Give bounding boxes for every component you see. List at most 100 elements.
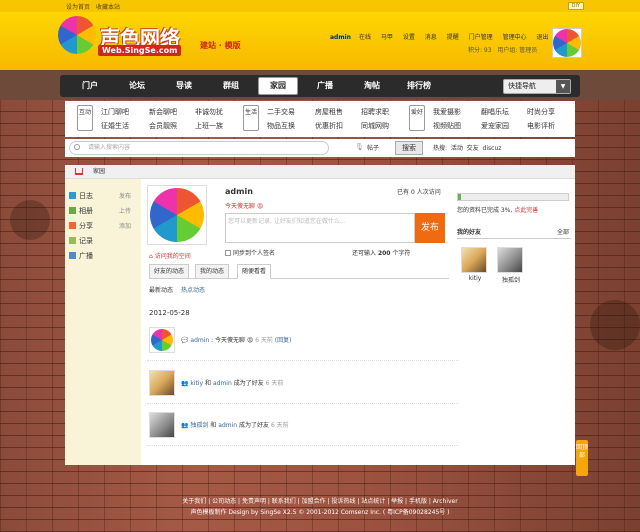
publish-button[interactable]: 发布 (415, 213, 445, 243)
friend-item[interactable]: 独孤剑 (497, 247, 525, 284)
subnav-link[interactable]: 非诚勿扰 (195, 107, 223, 117)
album-icon (69, 207, 76, 214)
subnav-link[interactable]: 物品互换 (267, 121, 295, 131)
visit-count: 已有 0 人次访问 (397, 187, 441, 196)
hot-link[interactable]: discuz (483, 145, 502, 152)
subnav-link[interactable]: 上班一族 (195, 121, 223, 131)
username-link[interactable]: admin (330, 34, 351, 41)
user-link[interactable]: 管理中心 (503, 34, 527, 41)
user-link[interactable]: 提醒 (447, 34, 459, 41)
subnav-link[interactable]: 优惠折扣 (315, 121, 343, 131)
set-home-link[interactable]: 设为首页 (66, 2, 90, 11)
nav-item[interactable]: 淘帖 (352, 75, 392, 97)
visits-prefix: 已有 (397, 189, 410, 196)
friend-name[interactable]: kitiy (469, 275, 482, 282)
user-link[interactable]: 退出 (537, 34, 549, 41)
subnav-link[interactable]: 招聘求职 (361, 107, 389, 117)
favorite-link[interactable]: 收藏本站 (96, 2, 120, 11)
user-link[interactable]: 设置 (403, 34, 415, 41)
nav-item[interactable]: 排行榜 (399, 75, 439, 97)
feed-avatar[interactable] (149, 370, 175, 396)
nav-item-active[interactable]: 家园 (258, 77, 298, 95)
remain-count: 200 (377, 250, 391, 257)
complete-profile-link[interactable]: 点此完善 (514, 207, 538, 214)
credits[interactable]: 积分: 93 (468, 47, 492, 54)
menu-label: 相册 (79, 207, 93, 215)
reply-link[interactable]: (回复) (275, 337, 292, 344)
feed-user[interactable]: admin (218, 422, 237, 429)
user-group[interactable]: 用户组: 管理员 (497, 47, 537, 54)
tab-friends-feed[interactable]: 好友的动态 (149, 264, 190, 279)
friends-all-link[interactable]: 全部 (557, 227, 569, 236)
subnav-link[interactable]: 二手交易 (267, 107, 295, 117)
subnav-tag: 爱好 (409, 105, 425, 131)
microphone-icon[interactable]: 🎙 (355, 143, 364, 151)
friend-name[interactable]: 独孤剑 (502, 277, 520, 284)
feed-user[interactable]: admin (190, 337, 209, 344)
friend-avatar[interactable] (461, 247, 487, 273)
nav-item[interactable]: 广播 (305, 75, 345, 97)
status-textarea[interactable]: 您可以更新记录, 让好友们知道您在做什么... (225, 213, 415, 243)
subnav-link[interactable]: 会员靓照 (149, 121, 177, 131)
emoji-icon: 😡 (256, 203, 264, 210)
subnav-link[interactable]: 翻唱乐坛 (481, 107, 509, 117)
online-status[interactable]: 在线 (359, 34, 371, 41)
user-link[interactable]: 马甲 (381, 34, 393, 41)
home-icon[interactable] (75, 168, 83, 175)
search-button[interactable]: 搜索 (395, 141, 423, 155)
visit-space-link[interactable]: ⌂ 访问我的空间 (149, 251, 191, 260)
menu-item[interactable]: 分享 添加 (69, 221, 131, 231)
subtab-hot[interactable]: 热点动态 (181, 287, 205, 294)
subnav-link[interactable]: 爱宠家园 (481, 121, 509, 131)
friend-item[interactable]: kitiy (461, 247, 489, 282)
menu-label: 广播 (79, 252, 93, 260)
subnav-link[interactable]: 我爱摄影 (433, 107, 461, 117)
menu-action[interactable]: 添加 (119, 221, 131, 230)
hot-link[interactable]: 交友 (467, 145, 479, 152)
friend-avatar[interactable] (497, 247, 523, 273)
subnav-link[interactable]: 视频贴图 (433, 121, 461, 131)
menu-item[interactable]: 日志 发布 (69, 191, 131, 201)
quick-nav-button[interactable]: 快捷导航 ▼ (503, 79, 571, 94)
site-logo-icon[interactable] (58, 16, 96, 54)
sync-signature-checkbox[interactable]: 同步到个人签名 (225, 248, 275, 257)
menu-item[interactable]: 记录 (69, 236, 93, 246)
subnav-link[interactable]: 房屋租售 (315, 107, 343, 117)
menu-item[interactable]: 相册 上传 (69, 206, 131, 216)
nav-item[interactable]: 导读 (164, 75, 204, 97)
subnav-link[interactable]: 电影评析 (527, 121, 555, 131)
profile-name[interactable]: admin (225, 187, 253, 196)
feed-user[interactable]: 独孤剑 (190, 422, 208, 429)
menu-action[interactable]: 发布 (119, 191, 131, 200)
subnav-link[interactable]: 新会聊吧 (149, 107, 177, 117)
back-to-top-button[interactable]: 回顶部 (576, 440, 588, 476)
menu-item[interactable]: 广播 (69, 251, 93, 261)
subtab-latest[interactable]: 最新动态 (149, 287, 173, 294)
feed-avatar[interactable] (149, 327, 175, 353)
subnav-link[interactable]: 征婚生活 (101, 121, 129, 131)
user-link[interactable]: 消息 (425, 34, 437, 41)
nav-item[interactable]: 门户 (70, 75, 110, 97)
nav-item[interactable]: 群组 (211, 75, 251, 97)
profile-progress (457, 193, 569, 201)
feed-user[interactable]: admin (213, 380, 232, 387)
menu-action[interactable]: 上传 (119, 206, 131, 215)
feed-avatar[interactable] (149, 412, 175, 438)
hot-link[interactable]: 活动 (451, 145, 463, 152)
user-avatar[interactable] (552, 28, 582, 58)
feed-user[interactable]: kitiy (190, 380, 203, 387)
breadcrumb-item[interactable]: 家园 (93, 168, 105, 175)
nav-item[interactable]: 论坛 (117, 75, 157, 97)
user-link[interactable]: 门户管理 (469, 34, 493, 41)
subnav-link[interactable]: 江门聊吧 (101, 107, 129, 117)
tab-my-feed[interactable]: 我的动态 (195, 264, 230, 279)
search-input[interactable]: 请输入搜索内容 (69, 141, 329, 155)
diy-button[interactable]: DIY (567, 2, 584, 10)
profile-avatar[interactable] (147, 185, 207, 245)
tab-random[interactable]: 随便看看 (237, 264, 272, 279)
subnav-link[interactable]: 同城网购 (361, 121, 389, 131)
search-type-select[interactable]: 帖子 (367, 143, 379, 152)
subnav-link[interactable]: 时尚分享 (527, 107, 555, 117)
left-menu: 日志 发布 相册 上传 分享 添加 记录 广播 (65, 179, 141, 465)
footer-links[interactable]: 关于我们 | 公司动态 | 免责声明 | 联系我们 | 加盟合作 | 投诉热线 … (0, 496, 640, 507)
